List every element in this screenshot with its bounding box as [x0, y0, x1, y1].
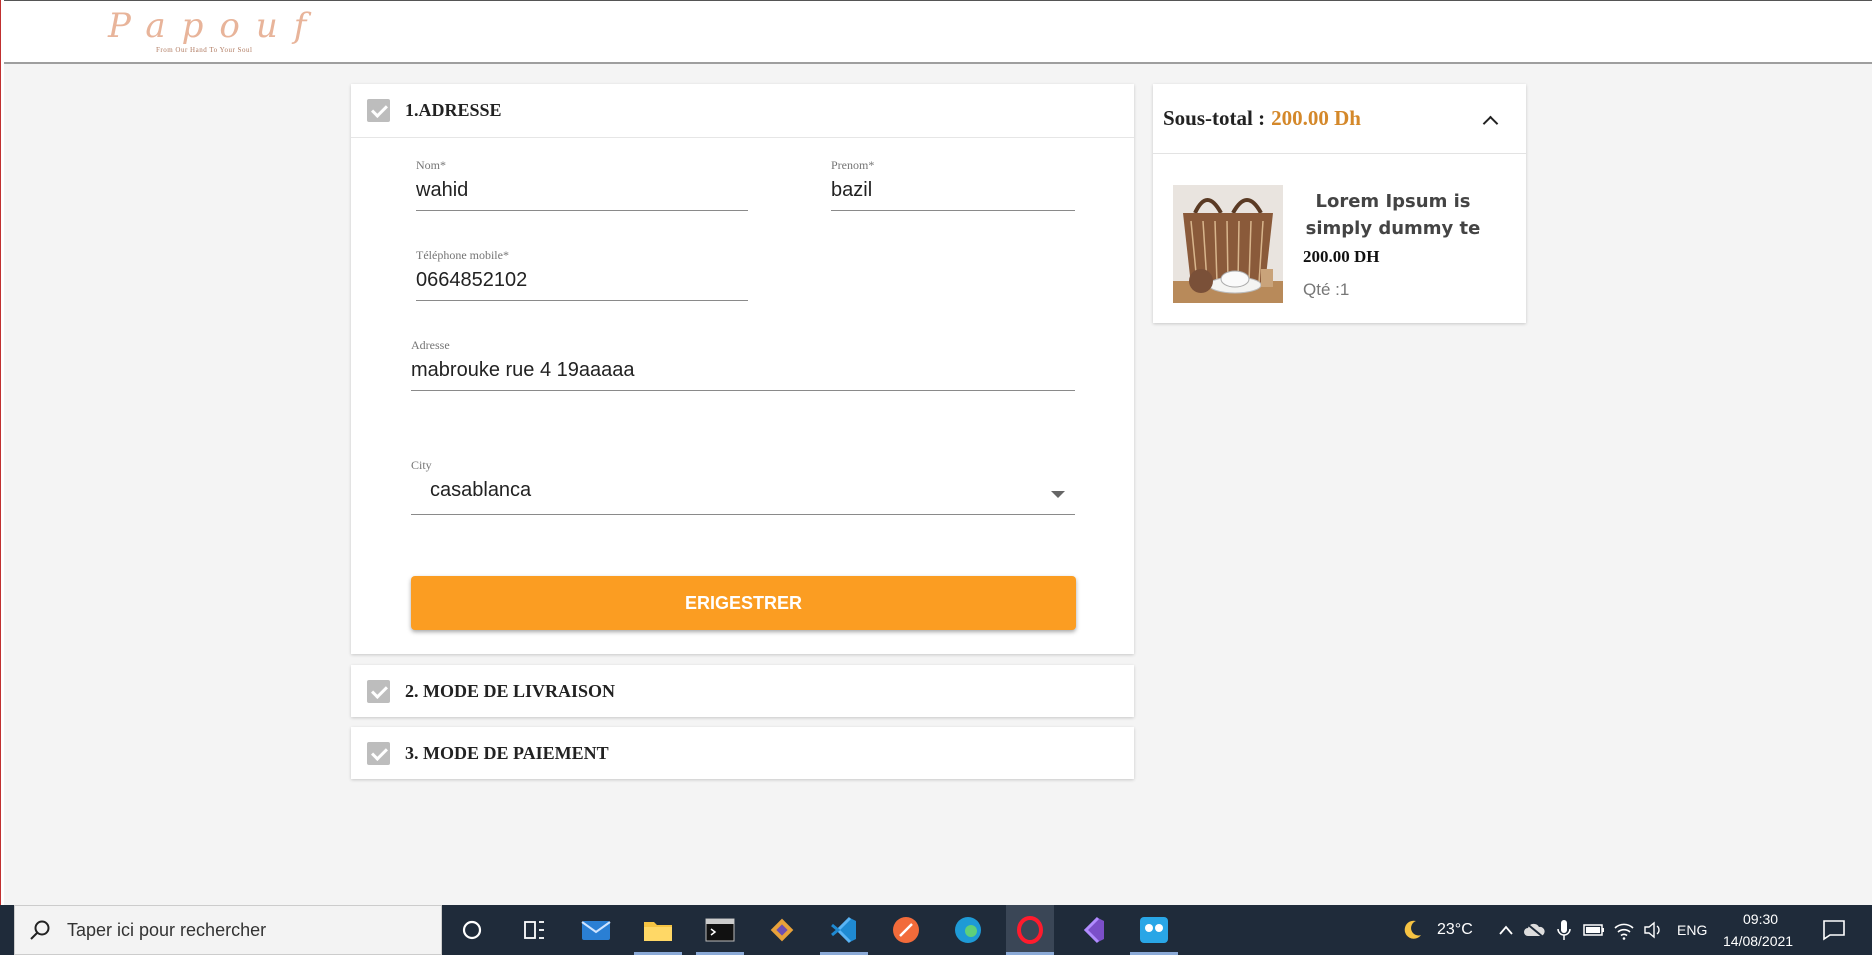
prenom-label: Prenom* — [831, 158, 875, 172]
prenom-input[interactable] — [831, 173, 1075, 211]
clock-date[interactable]: 14/08/2021 — [1723, 933, 1793, 949]
window-left-edge — [0, 0, 4, 905]
postman-icon[interactable] — [890, 914, 922, 946]
logo-tagline: From Our Hand To Your Soul — [156, 46, 253, 54]
adresse-input[interactable] — [411, 353, 1075, 391]
payment-panel[interactable]: 3. MODE DE PAIEMENT — [351, 727, 1134, 779]
weather-temperature[interactable]: 23°C — [1437, 921, 1473, 939]
checkbox-checked-icon — [367, 741, 390, 765]
windows-taskbar: Taper ici pour rechercher 23°C ENG 09:30… — [0, 905, 1872, 955]
task-view-icon[interactable] — [518, 914, 550, 946]
delivery-panel-header[interactable]: 2. MODE DE LIVRAISON — [351, 665, 1134, 717]
save-address-button[interactable]: ERIGESTRER — [411, 576, 1076, 630]
chat-app-icon[interactable] — [1138, 914, 1170, 946]
microphone-icon[interactable] — [1548, 914, 1580, 946]
search-placeholder: Taper ici pour rechercher — [67, 919, 267, 940]
adresse-label: Adresse — [411, 338, 450, 352]
payment-panel-header[interactable]: 3. MODE DE PAIEMENT — [351, 727, 1134, 779]
visual-studio-icon[interactable] — [1076, 914, 1108, 946]
taskbar-search-box[interactable]: Taper ici pour rechercher — [14, 905, 442, 955]
moon-weather-icon[interactable] — [1396, 914, 1428, 946]
checkbox-checked-icon — [367, 98, 390, 122]
checkbox-checked-icon — [367, 679, 390, 703]
telephone-field: Téléphone mobile* — [416, 248, 748, 301]
address-panel-header[interactable]: 1.ADRESSE — [351, 84, 1134, 136]
summary-header[interactable]: Sous-total : 200.00 Dh — [1153, 84, 1526, 154]
opera-icon[interactable] — [1006, 905, 1054, 955]
product-thumbnail[interactable] — [1173, 185, 1283, 303]
product-price: 200.00 DH — [1303, 247, 1380, 266]
telephone-input[interactable] — [416, 263, 748, 301]
clock-time[interactable]: 09:30 — [1743, 911, 1778, 927]
battery-icon[interactable] — [1578, 914, 1610, 946]
nom-field: Nom* — [416, 158, 748, 211]
site-header: Papouf From Our Hand To Your Soul — [4, 0, 1872, 64]
speaker-icon[interactable] — [1638, 914, 1670, 946]
file-explorer-icon[interactable] — [642, 914, 674, 946]
vscode-icon[interactable] — [828, 914, 860, 946]
city-selected-value: casablanca — [430, 479, 532, 501]
subtotal-value: 200.00 Dh — [1271, 106, 1361, 130]
panel-divider — [351, 137, 1134, 138]
city-label: City — [411, 458, 432, 472]
product-quantity: Qté :1 — [1303, 280, 1350, 299]
delivery-panel-title: 2. MODE DE LIVRAISON — [405, 680, 616, 701]
logo-text: Papouf — [108, 6, 323, 46]
nom-label: Nom* — [416, 158, 446, 172]
terminal-icon[interactable] — [704, 914, 736, 946]
cloud-offline-icon[interactable] — [1518, 914, 1550, 946]
address-panel: 1.ADRESSE Nom* Prenom* Téléphone mobile*… — [351, 84, 1134, 654]
dropdown-arrow-icon — [1051, 491, 1065, 498]
telephone-label: Téléphone mobile* — [416, 248, 509, 262]
product-name[interactable]: Lorem Ipsum is simply dummy te — [1293, 188, 1493, 242]
adresse-field: Adresse — [411, 338, 1075, 391]
order-summary-card: Sous-total : 200.00 Dh Lorem Ipsum is si… — [1153, 84, 1526, 323]
prenom-field: Prenom* — [831, 158, 1075, 211]
search-icon — [30, 920, 50, 940]
edge-icon[interactable] — [952, 914, 984, 946]
notification-icon[interactable] — [1818, 914, 1850, 946]
nom-input[interactable] — [416, 173, 748, 211]
wifi-icon[interactable] — [1608, 914, 1640, 946]
git-app-icon[interactable] — [766, 914, 798, 946]
delivery-panel[interactable]: 2. MODE DE LIVRAISON — [351, 665, 1134, 717]
cortana-icon[interactable] — [456, 914, 488, 946]
city-field: City casablanca — [411, 458, 1075, 515]
subtotal-label: Sous-total : — [1163, 106, 1266, 130]
site-logo[interactable]: Papouf From Our Hand To Your Soul — [108, 6, 323, 59]
mail-icon[interactable] — [580, 914, 612, 946]
city-select[interactable]: casablanca — [411, 473, 1075, 515]
payment-panel-title: 3. MODE DE PAIEMENT — [405, 742, 609, 763]
basket-image-icon — [1173, 185, 1283, 303]
chevron-up-icon[interactable] — [1482, 115, 1499, 132]
address-panel-title: 1.ADRESSE — [405, 99, 502, 120]
language-indicator[interactable]: ENG — [1677, 922, 1707, 938]
